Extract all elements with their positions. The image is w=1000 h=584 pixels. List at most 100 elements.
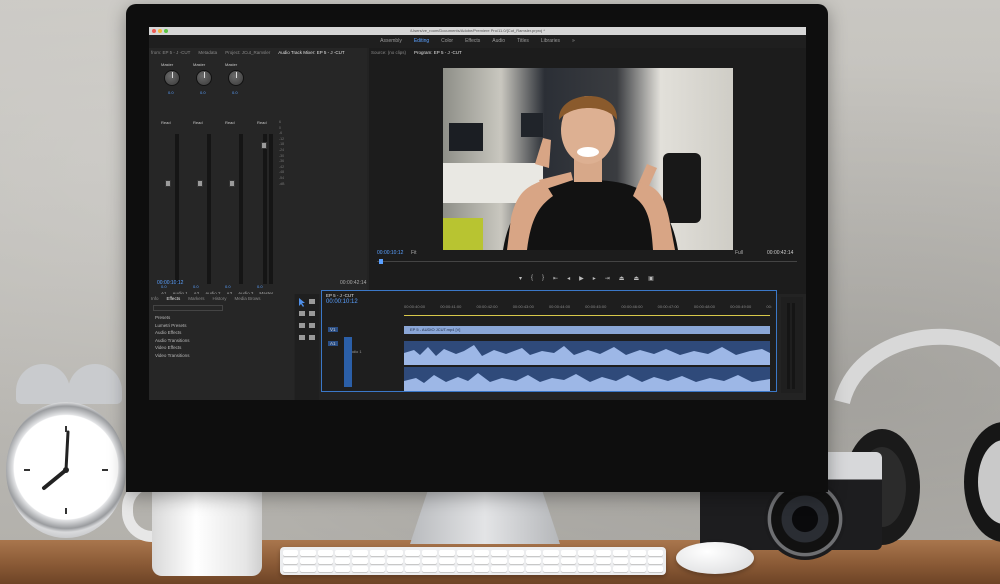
track-a1[interactable]: A1 bbox=[328, 341, 338, 346]
automation-mode[interactable]: Read bbox=[161, 120, 185, 126]
effects-search-input[interactable] bbox=[153, 305, 223, 311]
folder-video-transitions[interactable]: Video Transitions bbox=[155, 352, 190, 360]
go-to-out-icon[interactable]: ⇥ bbox=[605, 275, 610, 282]
audio-waveform-1[interactable] bbox=[404, 341, 770, 365]
clock-face bbox=[6, 402, 126, 538]
mark-in-icon[interactable]: { bbox=[531, 275, 533, 282]
tab-source-monitor[interactable]: Source: (no clips) bbox=[371, 48, 406, 58]
track-target-highlight[interactable] bbox=[344, 337, 352, 387]
effects-list: Presets Lumetri Presets Audio Effects Au… bbox=[155, 314, 190, 359]
volume-fader[interactable] bbox=[197, 180, 203, 187]
effects-tabs: Info Effects Markers History Media Brows bbox=[149, 294, 261, 304]
monitor-tabs: Source: (no clips) Program: EP 5 - J -CU… bbox=[369, 48, 462, 58]
workspace-editing[interactable]: Editing bbox=[414, 35, 429, 48]
pan-value: 0.0 bbox=[232, 90, 238, 95]
volume-fader[interactable] bbox=[229, 180, 235, 187]
monitor-stand bbox=[410, 490, 560, 544]
program-fit-select[interactable]: Fit bbox=[411, 250, 417, 256]
workspace-libraries[interactable]: Libraries bbox=[541, 35, 560, 48]
play-icon[interactable]: ▶ bbox=[579, 275, 584, 282]
tab-program-monitor[interactable]: Program: EP 5 - J -CUT bbox=[414, 48, 462, 58]
tab-effects[interactable]: Effects bbox=[167, 294, 181, 304]
tab-media-browser[interactable]: Media Brows bbox=[234, 294, 260, 304]
extract-icon[interactable]: ⏏ bbox=[633, 275, 639, 282]
video-person-pointing bbox=[443, 95, 701, 250]
level-meter bbox=[263, 134, 267, 284]
premiere-screen: /Users/ve_room/Documents/Adobe/Premiere … bbox=[149, 27, 806, 400]
mark-out-icon[interactable]: } bbox=[542, 275, 544, 282]
timeline-panel: EP 5 - J -CUT 00:00:10:12 00:00:40:00 00:… bbox=[321, 290, 777, 392]
tab-markers[interactable]: Markers bbox=[188, 294, 204, 304]
audio-track-mixer: from: EP 5 - J -CUT Metadata Project: JC… bbox=[149, 48, 367, 296]
keyboard bbox=[280, 547, 666, 575]
pan-knob[interactable] bbox=[228, 70, 244, 86]
export-frame-icon[interactable]: ▣ bbox=[648, 275, 654, 282]
level-meter bbox=[269, 134, 273, 284]
automation-mode[interactable]: Read bbox=[257, 120, 281, 126]
workspace-audio[interactable]: Audio bbox=[492, 35, 505, 48]
timeline-ruler[interactable]: 00:00:40:00 00:00:41:00 00:00:42:00 00:00:… bbox=[404, 304, 772, 309]
folder-lumetri-presets[interactable]: Lumetri Presets bbox=[155, 322, 190, 330]
workspace-more[interactable]: » bbox=[572, 35, 575, 48]
pan-value: 0.0 bbox=[168, 90, 174, 95]
program-video-frame bbox=[443, 68, 733, 250]
workspace-effects[interactable]: Effects bbox=[465, 35, 480, 48]
program-quality-select[interactable]: Full bbox=[735, 250, 743, 256]
workspace-bar: Assembly Editing Color Effects Audio Tit… bbox=[149, 35, 806, 48]
strip-label: Master bbox=[193, 62, 206, 67]
work-area-bar[interactable] bbox=[404, 315, 770, 316]
add-marker-icon[interactable]: ▾ bbox=[519, 275, 522, 282]
mouse bbox=[676, 542, 754, 574]
level-meter bbox=[175, 134, 179, 284]
timeline-current-time: 00:00:10:12 bbox=[326, 299, 358, 305]
video-clip[interactable]: EP 5 - AUDIO JCUT.mp4 [V] bbox=[404, 326, 770, 334]
tab-history[interactable]: History bbox=[212, 294, 226, 304]
automation-mode[interactable]: Read bbox=[225, 120, 249, 126]
folder-video-effects[interactable]: Video Effects bbox=[155, 344, 190, 352]
playback-scrubber[interactable] bbox=[377, 261, 797, 262]
tab-project[interactable]: Project: JCut_Ramsler bbox=[225, 48, 270, 58]
track-v1[interactable]: V1 bbox=[328, 327, 338, 332]
mixer-strip-a2: Master 0.0 Read 0.0 bbox=[193, 62, 221, 289]
program-current-time: 00:00:10:12 bbox=[377, 250, 404, 256]
transport-controls: ▾ { } ⇤ ◂ ▶ ▸ ⇥ ⏏ ⏏ ▣ bbox=[519, 275, 654, 282]
clock-hands-icon bbox=[24, 426, 108, 514]
pan-knob[interactable] bbox=[164, 70, 180, 86]
level-meter bbox=[207, 134, 211, 284]
tab-source-sequence[interactable]: from: EP 5 - J -CUT bbox=[151, 48, 190, 58]
volume-fader[interactable] bbox=[165, 180, 171, 187]
tab-metadata[interactable]: Metadata bbox=[198, 48, 217, 58]
step-back-icon[interactable]: ◂ bbox=[567, 275, 570, 282]
tools-panel bbox=[295, 294, 319, 400]
waveform-icon bbox=[404, 373, 770, 391]
automation-mode[interactable]: Read bbox=[193, 120, 217, 126]
pan-knob[interactable] bbox=[196, 70, 212, 86]
meter-value: 0.0 bbox=[257, 284, 263, 289]
folder-audio-effects[interactable]: Audio Effects bbox=[155, 329, 190, 337]
workspace-titles[interactable]: Titles bbox=[517, 35, 529, 48]
strip-label: Master bbox=[225, 62, 238, 67]
tab-audio-track-mixer[interactable]: Audio Track Mixer: EP 5 - J -CUT bbox=[278, 48, 344, 58]
workspace-assembly[interactable]: Assembly bbox=[380, 35, 402, 48]
meter-value: 0.0 bbox=[193, 284, 199, 289]
workspace-color[interactable]: Color bbox=[441, 35, 453, 48]
title-bar: /Users/ve_room/Documents/Adobe/Premiere … bbox=[149, 27, 806, 35]
file-path: /Users/ve_room/Documents/Adobe/Premiere … bbox=[410, 28, 545, 33]
tab-info[interactable]: Info bbox=[151, 294, 159, 304]
left-panel-tabs: from: EP 5 - J -CUT Metadata Project: JC… bbox=[149, 48, 345, 58]
audio-waveform-2[interactable] bbox=[404, 367, 770, 391]
folder-presets[interactable]: Presets bbox=[155, 314, 190, 322]
mixer-duration: 00:00:42:14 bbox=[340, 280, 367, 286]
go-to-in-icon[interactable]: ⇤ bbox=[553, 275, 558, 282]
master-fader[interactable] bbox=[261, 142, 267, 149]
playhead-icon[interactable] bbox=[379, 259, 383, 264]
tool-icons bbox=[299, 298, 315, 340]
step-forward-icon[interactable]: ▸ bbox=[593, 275, 596, 282]
db-scale: 60 -6 -12 -18 -24 -30 -36 -42 -48 -54 -dB bbox=[279, 120, 285, 186]
audio-master-meter bbox=[781, 297, 803, 393]
strip-label: Master bbox=[161, 62, 174, 67]
folder-audio-transitions[interactable]: Audio Transitions bbox=[155, 337, 190, 345]
clock-bell-right bbox=[68, 364, 122, 404]
lift-icon[interactable]: ⏏ bbox=[619, 275, 625, 282]
waveform-icon bbox=[404, 345, 770, 365]
